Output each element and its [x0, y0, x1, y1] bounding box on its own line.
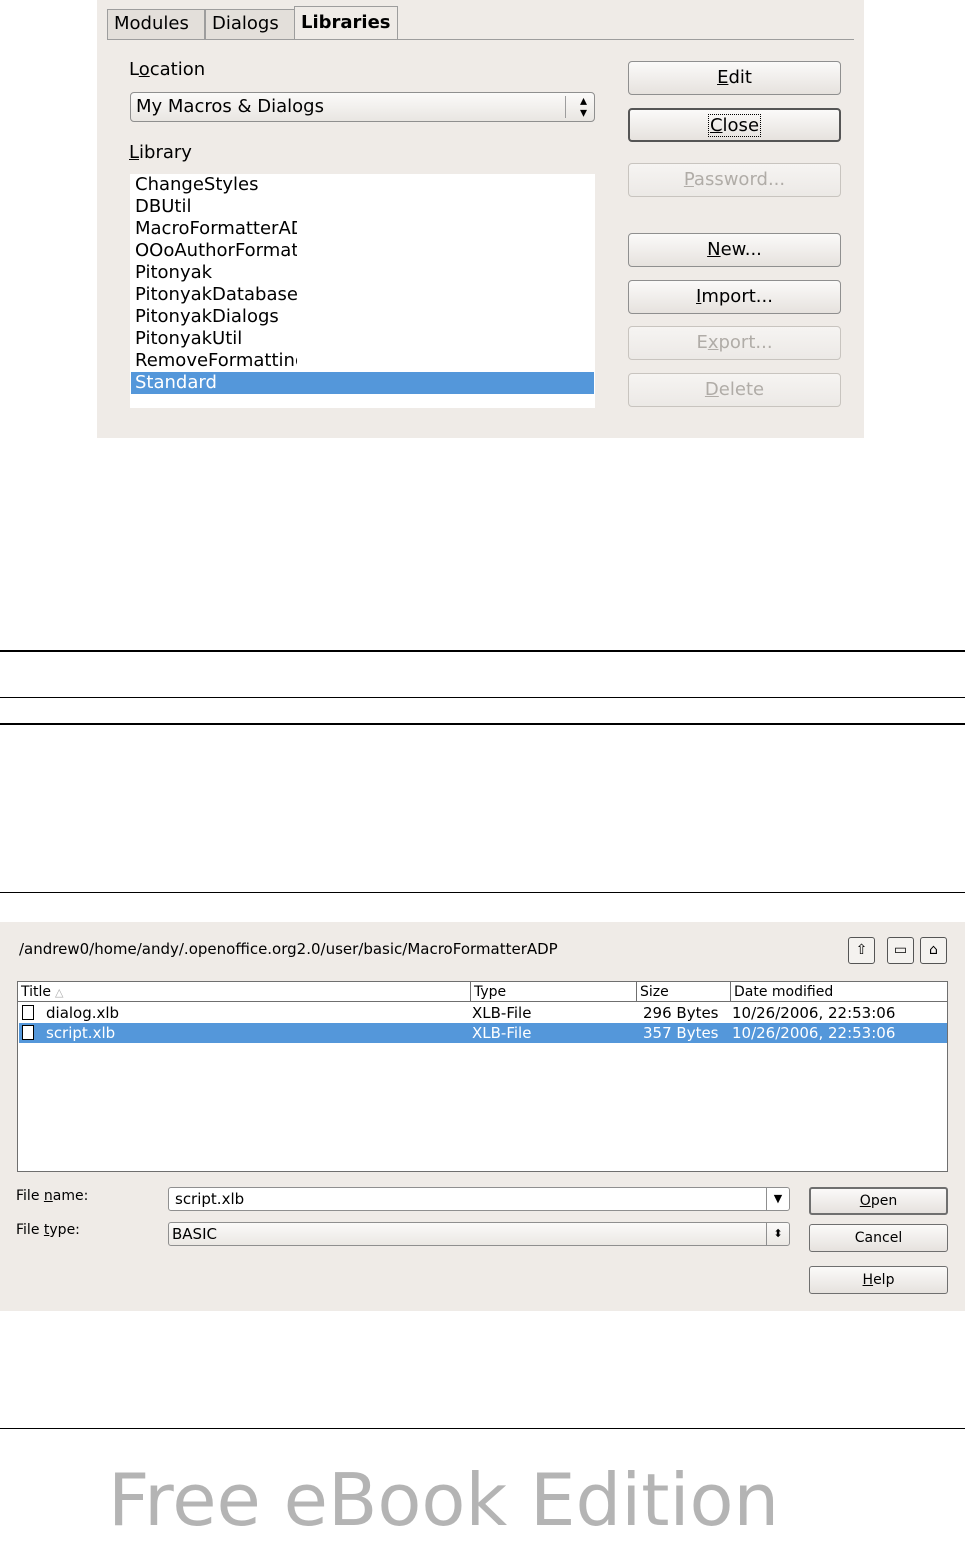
library-item[interactable]: PitonyakDatabase [131, 284, 594, 306]
library-item[interactable]: OOoAuthorFormat [131, 240, 594, 262]
library-label: Library [129, 142, 192, 163]
library-item-label: RemoveFormatting [135, 350, 297, 371]
library-item[interactable]: RemoveFormatting [131, 350, 594, 372]
sort-ascending-icon: △ [55, 986, 64, 999]
file-type-cell: XLB-File [472, 1004, 532, 1022]
location-label: Location [129, 59, 206, 80]
open-button[interactable]: Open [809, 1187, 948, 1215]
library-item-label: DBUtil [135, 196, 192, 217]
default-directory-button[interactable]: ⌂ [920, 937, 947, 964]
file-icon [22, 1005, 34, 1020]
library-item[interactable]: DBUtil [131, 196, 594, 218]
updown-arrow-icon[interactable]: ⬍ [766, 1223, 789, 1245]
delete-button[interactable]: Delete [628, 373, 841, 407]
file-name-input[interactable]: script.xlb ▼ [168, 1187, 790, 1211]
tab-modules[interactable]: Modules [107, 9, 205, 39]
file-row[interactable]: dialog.xlb XLB-File 296 Bytes 10/26/2006… [19, 1003, 947, 1023]
divider-line [0, 892, 965, 893]
select-divider [565, 96, 566, 118]
folder-up-icon: ⇧ [855, 942, 868, 958]
file-type-select[interactable]: BASIC ⬍ [168, 1222, 790, 1246]
library-item-label: OOoAuthorFormat [135, 240, 297, 261]
file-row-selected[interactable]: script.xlb XLB-File 357 Bytes 10/26/2006… [19, 1023, 947, 1043]
new-button[interactable]: New... [628, 233, 841, 267]
file-type-value: BASIC [172, 1225, 217, 1243]
location-value: My Macros & Dialogs [136, 96, 324, 117]
help-button[interactable]: Help [809, 1266, 948, 1294]
library-item-label: Pitonyak [135, 262, 213, 283]
column-header-date[interactable]: Date modified [731, 982, 947, 1002]
library-item-label: PitonyakDatabase [135, 284, 297, 305]
updown-arrow-icon: ▴ ▾ [579, 93, 587, 121]
column-header-title[interactable]: Title △ [18, 982, 471, 1002]
import-button[interactable]: Import... [628, 280, 841, 314]
edit-button[interactable]: Edit [628, 61, 841, 95]
library-item[interactable]: MacroFormatterADP [131, 218, 594, 240]
column-header-size[interactable]: Size [637, 982, 731, 1002]
divider-line [0, 650, 965, 652]
file-date-cell: 10/26/2006, 22:53:06 [732, 1024, 896, 1042]
current-path: /andrew0/home/andy/.openoffice.org2.0/us… [19, 940, 558, 958]
file-icon [22, 1025, 34, 1040]
cancel-button[interactable]: Cancel [809, 1224, 948, 1252]
column-header-type[interactable]: Type [471, 982, 637, 1002]
file-type-label: File type: [16, 1222, 80, 1238]
tab-libraries[interactable]: Libraries [294, 6, 398, 40]
library-item-label: Standard [135, 372, 217, 393]
file-size-cell: 357 Bytes [643, 1024, 719, 1042]
folder-icon: ▭ [893, 942, 908, 958]
library-list[interactable]: ChangeStyles DBUtil MacroFormatterADP OO… [130, 174, 595, 408]
library-item-label: MacroFormatterADP [135, 218, 297, 239]
create-folder-button[interactable]: ▭ [887, 937, 914, 964]
library-item[interactable]: PitonyakUtil [131, 328, 594, 350]
library-item-label: PitonyakDialogs [135, 306, 279, 327]
file-size-cell: 296 Bytes [643, 1004, 719, 1022]
chevron-down-icon[interactable]: ▼ [766, 1188, 789, 1210]
location-select[interactable]: My Macros & Dialogs ▴ ▾ [130, 92, 595, 122]
file-name-value: script.xlb [175, 1190, 245, 1208]
file-list[interactable]: Title △ Type Size Date modified dialog.xl… [17, 981, 948, 1172]
library-item[interactable]: PitonyakDialogs [131, 306, 594, 328]
library-item-label: PitonyakUtil [135, 328, 243, 349]
column-header-label: Title [21, 984, 52, 1000]
divider-line [0, 1428, 965, 1429]
file-open-dialog: /andrew0/home/andy/.openoffice.org2.0/us… [0, 922, 965, 1311]
divider-line [0, 697, 965, 698]
file-name-label: File name: [16, 1188, 89, 1204]
library-item-label: ChangeStyles [135, 174, 259, 195]
divider-line [0, 723, 965, 725]
watermark-text: Free eBook Edition [108, 1458, 780, 1542]
library-item[interactable]: ChangeStyles [131, 174, 594, 196]
file-name-cell: dialog.xlb [46, 1004, 120, 1022]
library-item-selected[interactable]: Standard [131, 372, 594, 394]
home-icon: ⌂ [929, 942, 938, 958]
up-one-level-button[interactable]: ⇧ [848, 937, 875, 964]
password-button[interactable]: Password... [628, 163, 841, 197]
library-item[interactable]: Pitonyak [131, 262, 594, 284]
file-type-cell: XLB-File [472, 1024, 532, 1042]
file-name-cell: script.xlb [46, 1024, 116, 1042]
tab-divider [107, 39, 854, 40]
file-date-cell: 10/26/2006, 22:53:06 [732, 1004, 896, 1022]
macro-organizer-dialog: Modules Dialogs Libraries Location My Ma… [97, 0, 864, 438]
close-button[interactable]: Close [628, 108, 841, 142]
tab-dialogs[interactable]: Dialogs [205, 9, 295, 39]
export-button[interactable]: Export... [628, 326, 841, 360]
